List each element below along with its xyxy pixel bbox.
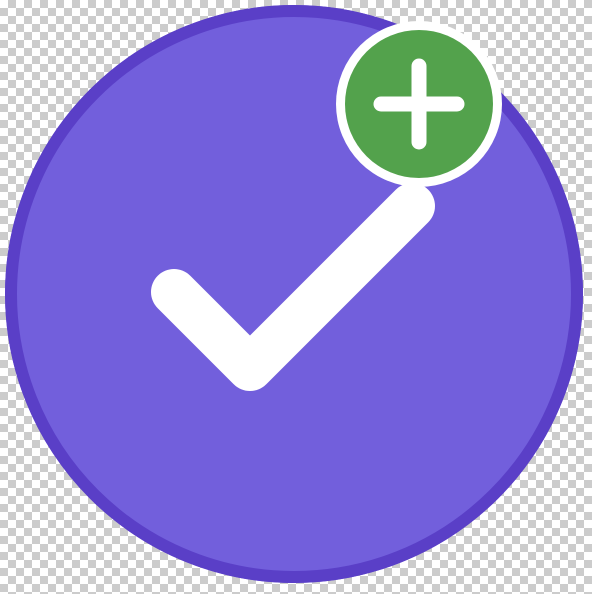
add-badge bbox=[336, 21, 502, 187]
add-check-icon bbox=[5, 5, 583, 583]
icon-canvas bbox=[0, 0, 592, 594]
